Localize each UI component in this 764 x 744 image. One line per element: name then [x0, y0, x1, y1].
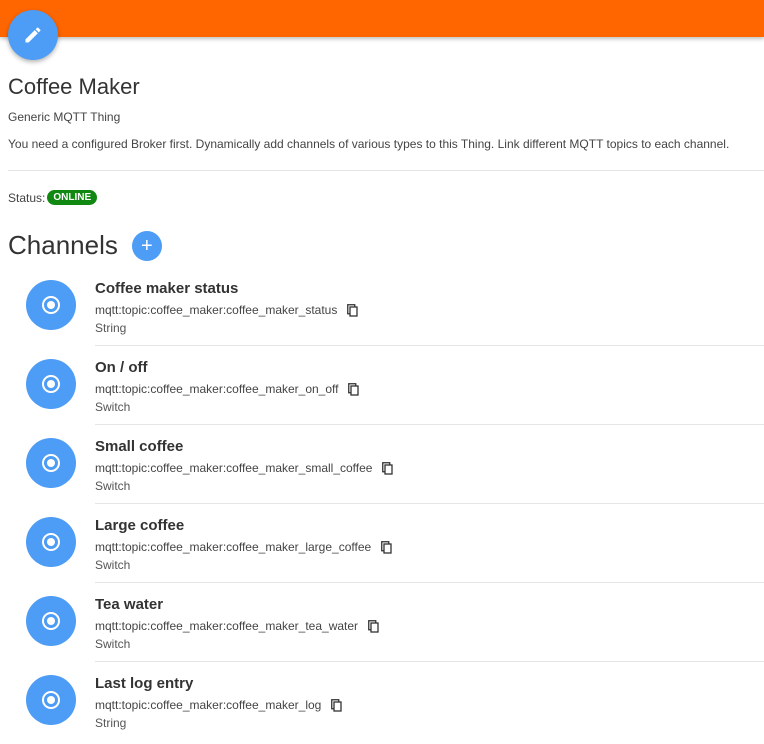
- page-title: Coffee Maker: [8, 74, 140, 99]
- channel-uid-row: mqtt:topic:coffee_maker:coffee_maker_on_…: [95, 382, 360, 396]
- channel-uid: mqtt:topic:coffee_maker:coffee_maker_sta…: [95, 303, 338, 317]
- channel-name[interactable]: Last log entry: [95, 675, 193, 692]
- edit-button[interactable]: [8, 10, 58, 60]
- channel-type: Switch: [95, 558, 131, 572]
- status-label: Status:: [8, 190, 46, 205]
- channel-uid-row: mqtt:topic:coffee_maker:coffee_maker_lar…: [95, 540, 392, 554]
- channel-item[interactable]: Tea water mqtt:topic:coffee_maker:coffee…: [0, 583, 764, 662]
- channel-uid-row: mqtt:topic:coffee_maker:coffee_maker_sma…: [95, 461, 394, 475]
- channel-uid: mqtt:topic:coffee_maker:coffee_maker_tea…: [95, 619, 359, 633]
- channel-avatar: [26, 438, 76, 488]
- pencil-icon: [23, 25, 43, 45]
- radio-button-icon: [42, 296, 60, 314]
- channel-name[interactable]: On / off: [95, 359, 148, 376]
- channel-uid: mqtt:topic:coffee_maker:coffee_maker_on_…: [95, 382, 339, 396]
- copy-icon[interactable]: [348, 382, 360, 396]
- channel-item[interactable]: On / off mqtt:topic:coffee_maker:coffee_…: [0, 346, 764, 425]
- copy-icon[interactable]: [382, 461, 394, 475]
- channel-item[interactable]: Small coffee mqtt:topic:coffee_maker:cof…: [0, 425, 764, 504]
- channel-uid: mqtt:topic:coffee_maker:coffee_maker_lar…: [95, 540, 372, 554]
- add-channel-button[interactable]: +: [131, 230, 162, 261]
- radio-button-icon: [42, 375, 60, 393]
- channel-type: Switch: [95, 479, 131, 493]
- copy-icon[interactable]: [331, 698, 343, 712]
- channel-item[interactable]: Large coffee mqtt:topic:coffee_maker:cof…: [0, 504, 764, 583]
- thing-description: You need a configured Broker first. Dyna…: [8, 137, 730, 151]
- channel-type: Switch: [95, 400, 131, 414]
- channel-uid: mqtt:topic:coffee_maker:coffee_maker_sma…: [95, 461, 373, 475]
- channel-uid-row: mqtt:topic:coffee_maker:coffee_maker_tea…: [95, 619, 379, 633]
- thing-type-label: Generic MQTT Thing: [8, 110, 121, 124]
- channel-type: String: [95, 321, 127, 335]
- channel-name[interactable]: Coffee maker status: [95, 280, 238, 297]
- radio-button-icon: [42, 454, 60, 472]
- radio-button-icon: [42, 691, 60, 709]
- copy-icon[interactable]: [347, 303, 359, 317]
- channel-type: Switch: [95, 637, 131, 651]
- top-app-bar: [0, 0, 764, 37]
- channel-uid: mqtt:topic:coffee_maker:coffee_maker_log: [95, 698, 322, 712]
- channel-name[interactable]: Tea water: [95, 596, 163, 613]
- channel-avatar: [26, 359, 76, 409]
- status-row: Status: ONLINE: [8, 190, 98, 205]
- channel-list: Coffee maker status mqtt:topic:coffee_ma…: [0, 267, 764, 741]
- channel-item[interactable]: Last log entry mqtt:topic:coffee_maker:c…: [0, 662, 764, 741]
- divider: [8, 170, 764, 171]
- channels-header: Channels +: [8, 230, 162, 261]
- copy-icon[interactable]: [368, 619, 379, 633]
- channel-name[interactable]: Small coffee: [95, 438, 183, 455]
- channel-item[interactable]: Coffee maker status mqtt:topic:coffee_ma…: [0, 267, 764, 346]
- channel-uid-row: mqtt:topic:coffee_maker:coffee_maker_log: [95, 698, 343, 712]
- radio-button-icon: [42, 612, 60, 630]
- copy-icon[interactable]: [381, 540, 392, 554]
- channel-avatar: [26, 517, 76, 567]
- plus-icon: +: [141, 234, 153, 257]
- channel-avatar: [26, 675, 76, 725]
- channels-title: Channels: [8, 230, 118, 260]
- channel-name[interactable]: Large coffee: [95, 517, 184, 534]
- channel-avatar: [26, 596, 76, 646]
- status-badge: ONLINE: [47, 190, 98, 205]
- channel-avatar: [26, 280, 76, 330]
- channel-type: String: [95, 716, 127, 730]
- channel-uid-row: mqtt:topic:coffee_maker:coffee_maker_sta…: [95, 303, 359, 317]
- radio-button-icon: [42, 533, 60, 551]
